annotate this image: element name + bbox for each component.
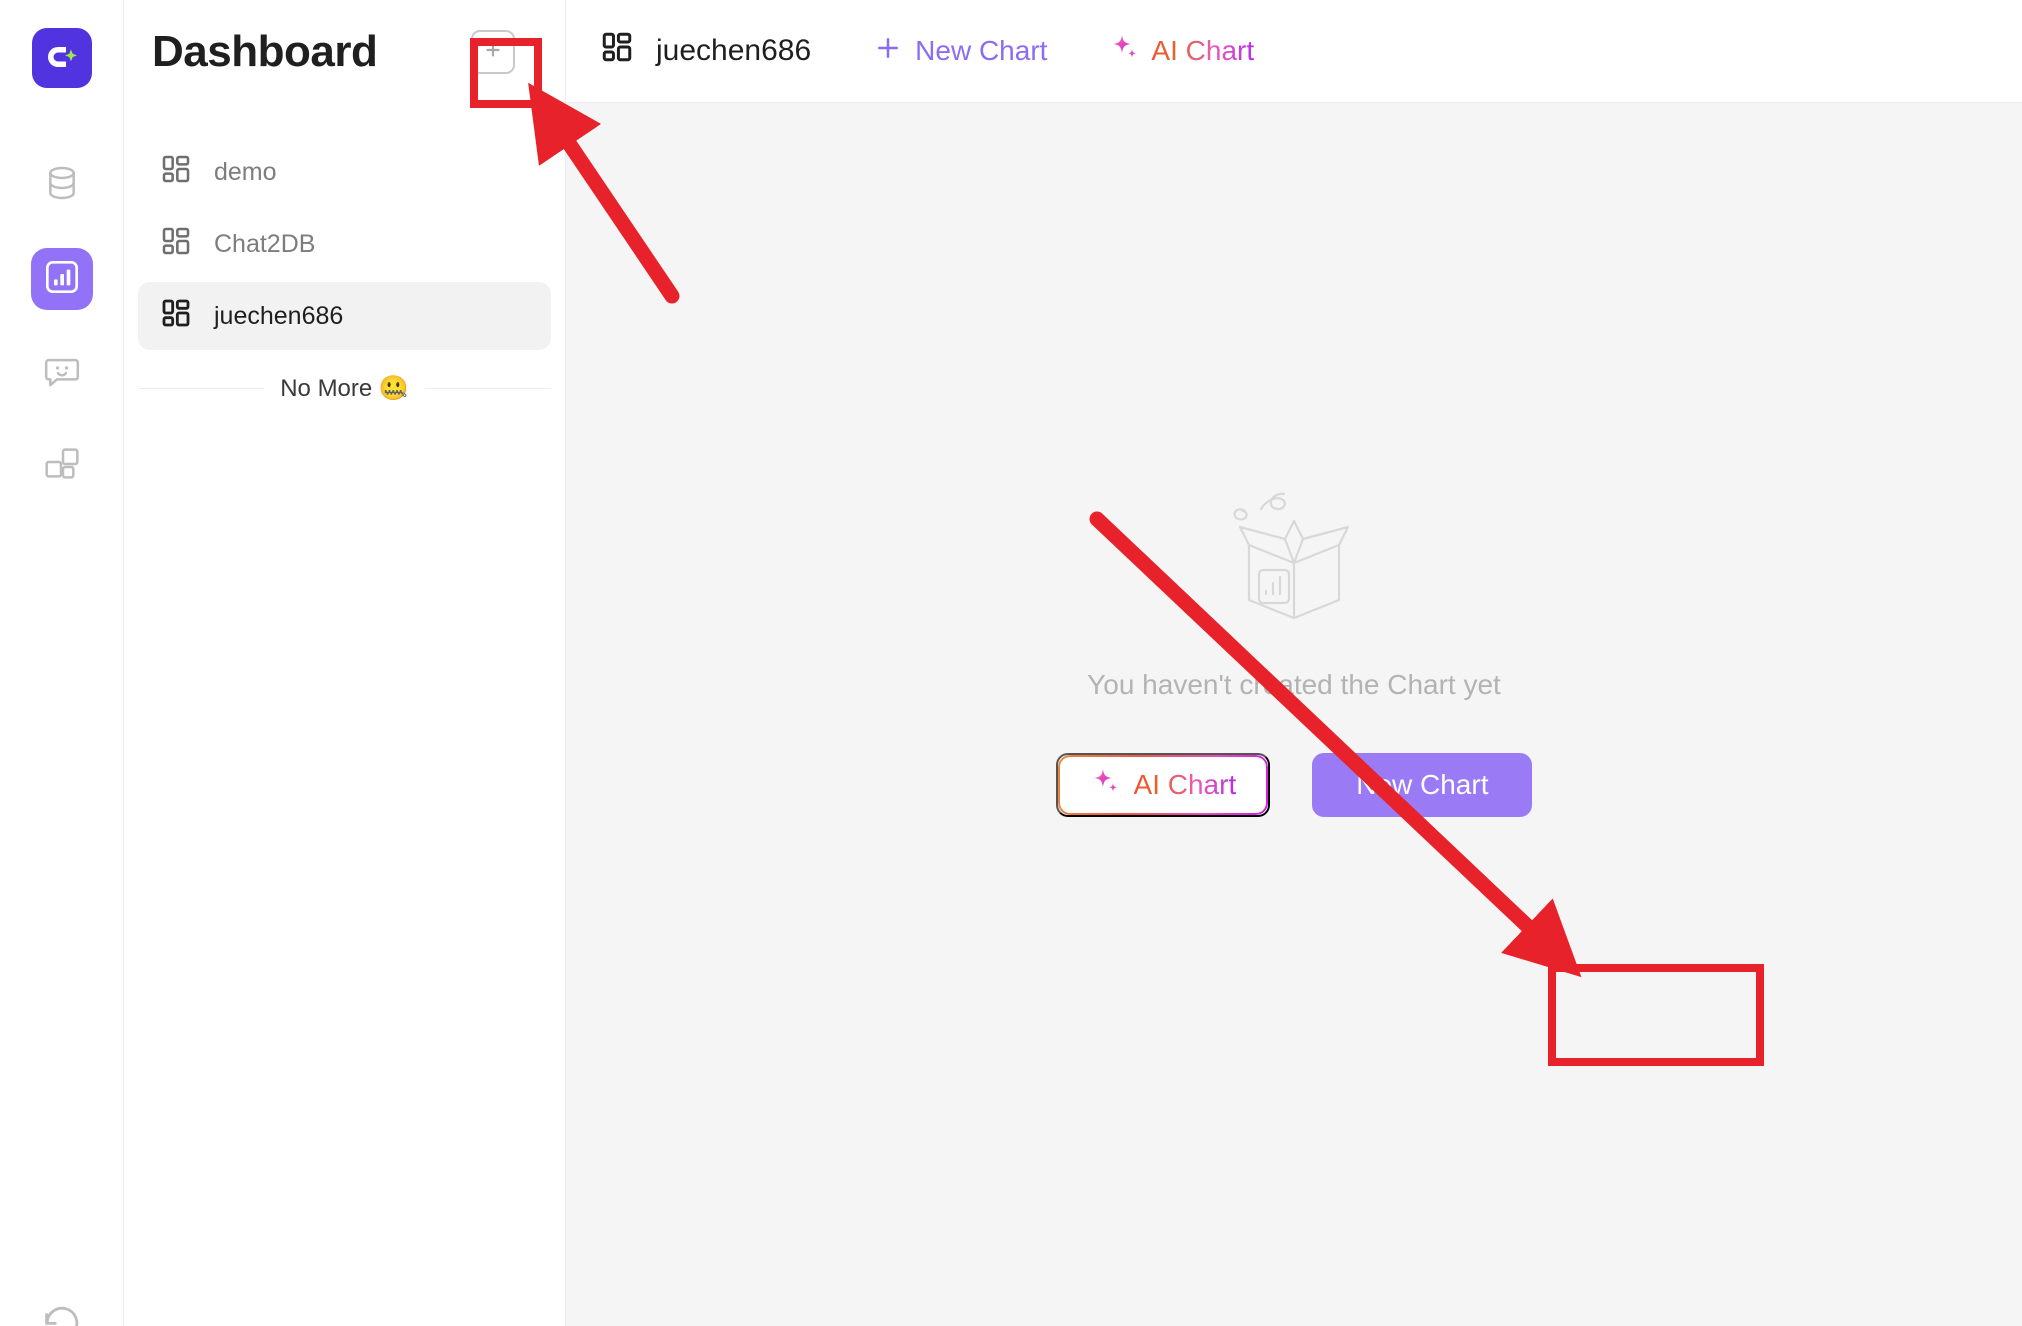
dashboard-layout-icon: [600, 30, 634, 72]
empty-state: You haven't created the Chart yet AI Cha…: [566, 103, 2022, 1326]
toolbar-dashboard-label: juechen686: [656, 34, 812, 67]
empty-ai-chart-button[interactable]: AI Chart: [1055, 753, 1271, 817]
dashboard-panel-header: Dashboard: [124, 0, 565, 104]
toolbar-dashboard-name: juechen686: [600, 30, 811, 72]
dashboard-chart-icon: [42, 257, 82, 302]
list-item[interactable]: Chat2DB: [138, 210, 551, 278]
icon-rail: [0, 0, 124, 1326]
history-back-icon: [41, 1303, 83, 1326]
toolbar-new-chart-label: New Chart: [915, 35, 1048, 66]
dashboard-panel: Dashboard demo Chat2DB juechen686 No Mor…: [124, 0, 566, 1326]
dashboard-layout-icon: [160, 297, 192, 336]
list-item[interactable]: juechen686: [138, 282, 551, 350]
list-item-label: demo: [214, 157, 277, 186]
chat2db-logo-icon[interactable]: [31, 28, 92, 88]
database-icon: [42, 163, 82, 208]
plus-icon: [873, 33, 903, 70]
empty-state-message: You haven't created the Chart yet: [1087, 669, 1501, 700]
no-more-divider: No More 🤐: [138, 374, 552, 403]
toolbar-ai-chart-button[interactable]: AI Chart: [1109, 32, 1254, 71]
page-title: Dashboard: [152, 27, 378, 76]
list-item[interactable]: demo: [138, 138, 551, 206]
apps-grid-icon: [42, 445, 82, 490]
sidebar-item-chat[interactable]: [31, 342, 93, 404]
chat-smiley-icon: [42, 351, 82, 396]
dashboard-layout-icon: [160, 225, 192, 264]
chart-toolbar: juechen686 New Chart AI Chart: [566, 0, 2022, 103]
main-content: juechen686 New Chart AI Chart You haven'…: [566, 0, 2022, 1326]
plus-square-icon: [481, 38, 505, 67]
sidebar-item-history[interactable]: [0, 1303, 123, 1326]
sidebar-item-database[interactable]: [31, 154, 93, 216]
toolbar-ai-chart-label: AI Chart: [1151, 35, 1255, 66]
empty-open-box-with-chart-icon: [1199, 482, 1389, 637]
sidebar-item-dashboard[interactable]: [30, 248, 93, 310]
divider-line-right: [424, 388, 552, 389]
add-dashboard-button[interactable]: [471, 30, 515, 74]
no-more-label: No More 🤐: [280, 375, 409, 402]
list-item-label: Chat2DB: [214, 229, 316, 258]
divider-line-left: [138, 388, 265, 389]
list-item-label: juechen686: [214, 301, 344, 330]
sparkle-icon: [1090, 766, 1122, 805]
empty-ai-chart-label: AI Chart: [1133, 769, 1237, 800]
empty-state-actions: AI Chart New Chart: [1055, 753, 1533, 817]
toolbar-new-chart-button[interactable]: New Chart: [873, 33, 1047, 70]
dashboard-list: demo Chat2DB juechen686 No More 🤐: [124, 104, 565, 403]
app-root: Dashboard demo Chat2DB juechen686 No Mor…: [0, 0, 2022, 1326]
dashboard-layout-icon: [160, 153, 192, 192]
sparkle-icon: [1109, 32, 1141, 71]
sidebar-item-apps[interactable]: [31, 436, 93, 498]
empty-new-chart-button[interactable]: New Chart: [1312, 753, 1533, 817]
